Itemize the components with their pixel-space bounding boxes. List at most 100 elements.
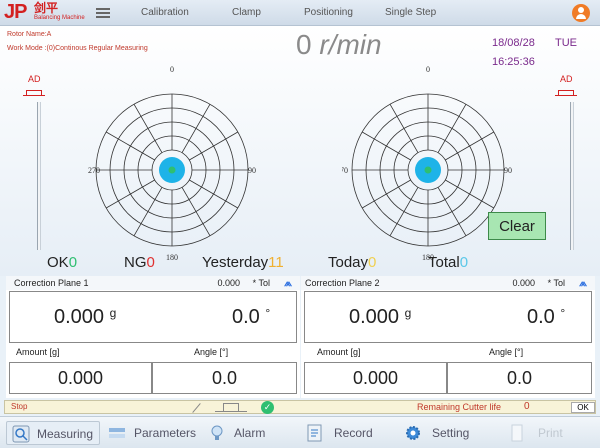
plane-1-tolerance: 0.000 bbox=[217, 278, 240, 288]
work-mode: Work Mode :(0)Continous Regular Measurin… bbox=[7, 45, 148, 52]
ad-level-bar-right bbox=[570, 102, 574, 250]
plane-1-title: Correction Plane 1 bbox=[14, 278, 89, 288]
speed-value: 0 bbox=[296, 29, 312, 60]
plane-1-amount: 0.000 g bbox=[54, 306, 116, 329]
nav-single-step[interactable]: Single Step bbox=[385, 7, 436, 18]
plane-2-header: Correction Plane 2 0.000 * Tol ⩕ bbox=[301, 276, 595, 290]
total-label: Total bbox=[428, 254, 460, 271]
measurement-area: Rotor Name:A Work Mode :(0)Continous Reg… bbox=[0, 26, 600, 276]
plane-2-sub-angle: 0.0 bbox=[447, 362, 592, 394]
logo-subtitle: Balancing Machine bbox=[34, 15, 85, 21]
plane-1-amount-header: Amount [g] bbox=[16, 347, 60, 361]
tab-print-label: Print bbox=[538, 426, 563, 440]
plane-1-angle-header: Angle [°] bbox=[194, 347, 229, 361]
ng-counter: NG0 bbox=[124, 254, 155, 271]
print-icon bbox=[511, 424, 523, 442]
dial-2-label-90: 90 bbox=[504, 166, 512, 175]
total-counter: Total0 bbox=[428, 254, 468, 271]
tab-record[interactable]: Record bbox=[304, 421, 382, 445]
nav-positioning[interactable]: Positioning bbox=[304, 7, 353, 18]
tab-record-label: Record bbox=[334, 426, 373, 440]
tab-parameters[interactable]: Parameters bbox=[104, 421, 200, 445]
tab-parameters-label: Parameters bbox=[134, 426, 197, 440]
menu-icon[interactable] bbox=[96, 8, 110, 18]
user-icon[interactable] bbox=[572, 4, 590, 22]
search-icon bbox=[12, 425, 30, 443]
bulb-icon bbox=[211, 425, 223, 440]
tab-alarm[interactable]: Alarm bbox=[206, 421, 276, 445]
yesterday-label: Yesterday bbox=[202, 254, 269, 271]
weekday: TUE bbox=[555, 37, 577, 49]
logo-text: JP bbox=[4, 1, 27, 23]
plane-1-tol-label: * Tol bbox=[252, 278, 270, 288]
plane-1-amount-value: 0.000 bbox=[54, 306, 105, 328]
plane-1-angle-unit: ° bbox=[265, 306, 271, 320]
yesterday-value: 11 bbox=[268, 254, 284, 271]
plane-2-tol-label: * Tol bbox=[547, 278, 565, 288]
total-value: 0 bbox=[459, 254, 469, 271]
dial-2-rings bbox=[351, 93, 505, 247]
tab-measuring-label: Measuring bbox=[37, 427, 94, 441]
speed-unit: r/min bbox=[319, 29, 382, 60]
tab-setting[interactable]: Setting bbox=[402, 421, 478, 445]
plane-2-angle-unit: ° bbox=[560, 306, 566, 320]
plane-2-amount-header: Amount [g] bbox=[317, 347, 361, 361]
plane-2-title: Correction Plane 2 bbox=[305, 278, 380, 288]
today-counter: Today0 bbox=[328, 254, 376, 271]
top-bar: JP 剑平 Balancing Machine Calibration Clam… bbox=[0, 0, 600, 26]
tolerance-icon[interactable]: ⩕ bbox=[284, 278, 292, 289]
clear-button[interactable]: Clear bbox=[488, 212, 546, 240]
clamp-icon bbox=[215, 403, 247, 412]
polar-dial-plane-1: 0 90 180 270 bbox=[88, 65, 256, 262]
correction-plane-1: Correction Plane 1 0.000 * Tol ⩕ 0.000 g… bbox=[6, 276, 300, 398]
plane-1-sub-angle: 0.0 bbox=[152, 362, 297, 394]
tab-print[interactable]: Print bbox=[506, 421, 570, 445]
ok-counter: OK0 bbox=[47, 254, 77, 271]
tolerance-icon[interactable]: ⩕ bbox=[579, 278, 587, 289]
cutter-life-value: 0 bbox=[524, 401, 530, 412]
record-icon bbox=[307, 424, 322, 442]
plane-2-amount: 0.000 g bbox=[349, 306, 411, 329]
check-icon: ✓ bbox=[261, 401, 274, 414]
ad-bracket-left-icon bbox=[23, 90, 45, 96]
ng-value: 0 bbox=[146, 254, 155, 271]
today-label: Today bbox=[328, 254, 369, 271]
plane-2-angle-header: Angle [°] bbox=[489, 347, 524, 361]
date: 18/08/28 bbox=[492, 37, 535, 49]
plane-2-sub-amount: 0.000 bbox=[304, 362, 447, 394]
yesterday-counter: Yesterday11 bbox=[202, 254, 284, 271]
ok-value: 0 bbox=[68, 254, 78, 271]
plane-2-tolerance: 0.000 bbox=[512, 278, 535, 288]
plane-1-angle-value: 0.0 bbox=[232, 306, 260, 328]
plane-2-angle-value: 0.0 bbox=[527, 306, 555, 328]
today-value: 0 bbox=[368, 254, 377, 271]
plane-2-result: 0.000 g 0.0 ° bbox=[304, 291, 592, 343]
dial-1-label-180: 180 bbox=[166, 253, 178, 262]
ok-label: OK bbox=[47, 254, 69, 271]
dial-1-label-90: 90 bbox=[248, 166, 256, 175]
plane-1-header: Correction Plane 1 0.000 * Tol ⩕ bbox=[6, 276, 300, 290]
plane-1-sub-amount: 0.000 bbox=[9, 362, 152, 394]
parameters-icon bbox=[109, 428, 125, 438]
plane-1-angle: 0.0 ° bbox=[232, 306, 270, 329]
dial-2-label-0: 0 bbox=[426, 65, 430, 74]
cutter-life-label: Remaining Cutter life bbox=[417, 402, 502, 412]
plane-2-amount-unit: g bbox=[404, 306, 412, 320]
rotor-name: Rotor Name:A bbox=[7, 31, 52, 38]
ad-label-left: AD bbox=[28, 74, 41, 84]
ad-label-right: AD bbox=[560, 74, 573, 84]
nav-calibration[interactable]: Calibration bbox=[141, 7, 189, 18]
dial-1-rings bbox=[95, 93, 249, 247]
plane-2-angle: 0.0 ° bbox=[527, 306, 565, 329]
dial-2-label-270: 270 bbox=[342, 166, 348, 175]
status-bar: Stop ✓ Remaining Cutter life 0 OK bbox=[4, 400, 596, 414]
ok-button[interactable]: OK bbox=[571, 402, 595, 413]
ng-label: NG bbox=[124, 254, 147, 271]
logo-cn: 剑平 bbox=[34, 1, 59, 15]
nav-clamp[interactable]: Clamp bbox=[232, 7, 261, 18]
logo: JP 剑平 Balancing Machine bbox=[4, 1, 85, 24]
plane-2-amount-value: 0.000 bbox=[349, 306, 400, 328]
dial-1-label-270: 270 bbox=[88, 166, 100, 175]
tab-measuring[interactable]: Measuring bbox=[6, 421, 100, 445]
gear-icon bbox=[406, 426, 420, 440]
